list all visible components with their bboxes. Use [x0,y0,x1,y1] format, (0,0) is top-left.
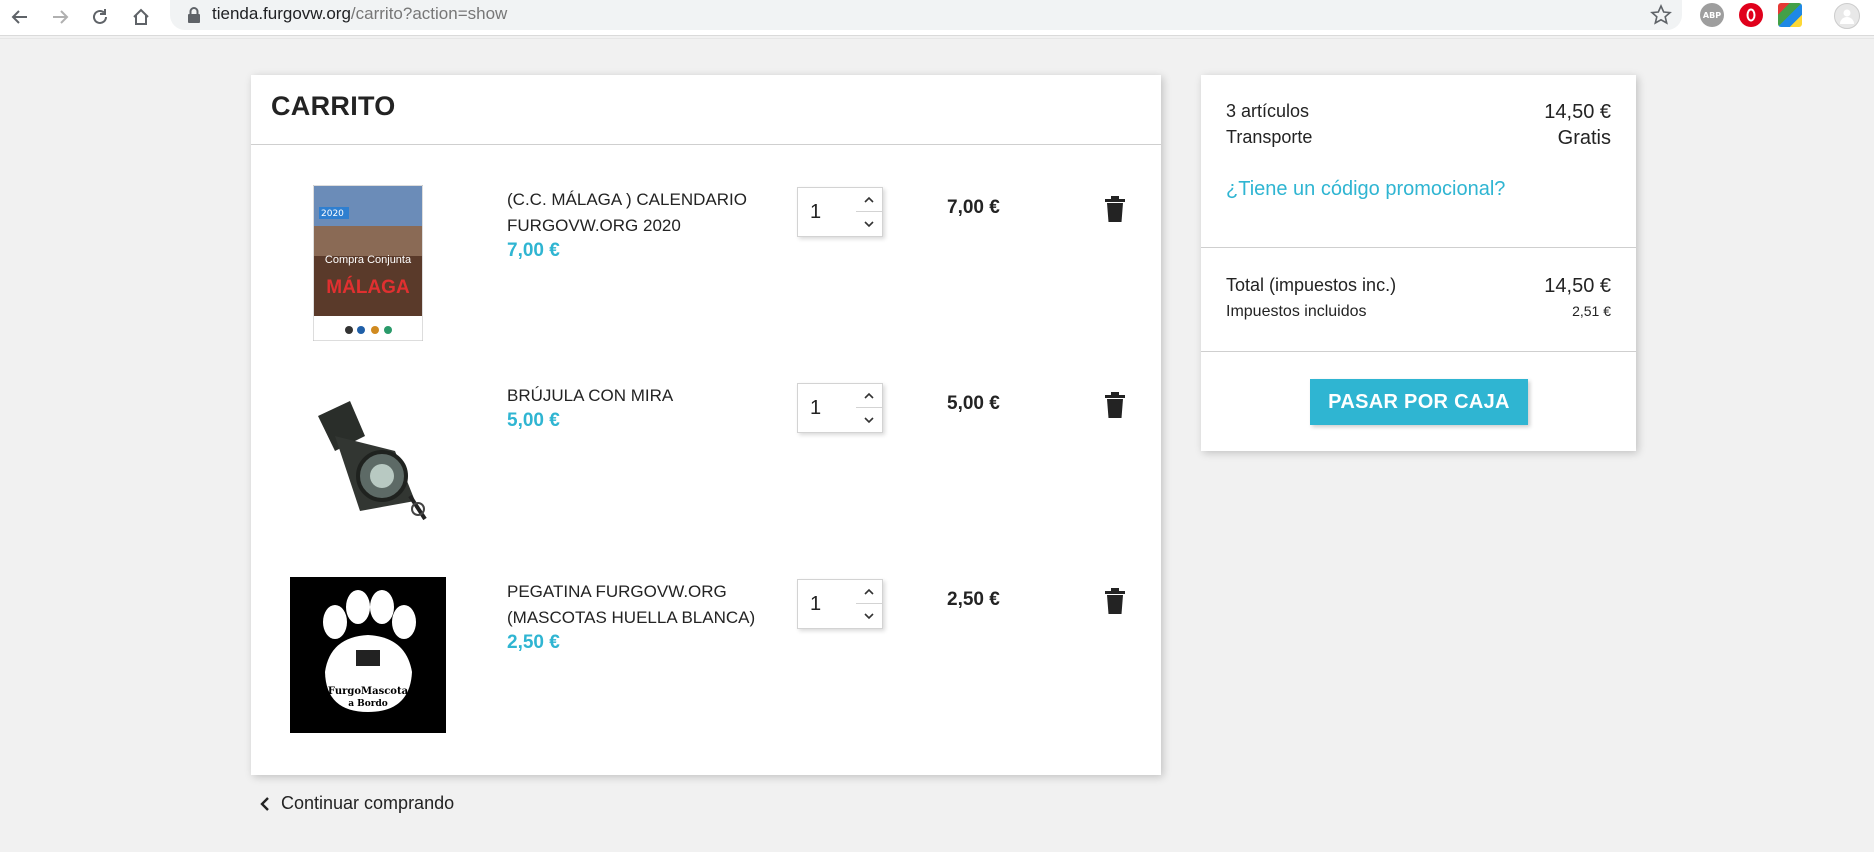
summary-total-label: Total (impuestos inc.) [1226,275,1397,295]
calendar-image: 2020 Compra Conjunta MÁLAGA [313,185,423,341]
product-thumbnail[interactable]: FurgoMascota a Bordo [290,577,446,733]
opera-extension-icon[interactable] [1739,3,1763,27]
quantity-stepper[interactable]: 1 [797,187,883,237]
product-thumbnail[interactable]: 2020 Compra Conjunta MÁLAGA [290,185,446,341]
adblock-extension-icon[interactable]: ABP [1700,3,1724,27]
trash-icon[interactable] [1103,391,1127,419]
quantity-decrease-button[interactable] [856,212,882,236]
summary-shipping-line: Transporte Gratis [1226,127,1611,150]
cart-summary-panel: 3 artículos 14,50 € Transporte Gratis ¿T… [1201,75,1636,451]
profile-avatar-icon[interactable] [1834,3,1860,29]
summary-total-value: 14,50 € [1544,275,1611,297]
product-name-link[interactable]: (C.C. MÁLAGA ) CALENDARIO FURGOVW.ORG 20… [507,187,787,239]
cart-panel: CARRITO 2020 Compra Conjunta MÁLAGA (C.C… [251,75,1161,775]
summary-items-label: 3 artículos [1226,101,1310,121]
summary-items-value: 14,50 € [1544,101,1611,123]
forward-button[interactable] [46,3,74,31]
back-button[interactable] [6,3,34,31]
checkout-button[interactable]: PASAR POR CAJA [1310,379,1528,425]
summary-total-line: Total (impuestos inc.) 14,50 € [1226,275,1611,298]
cart-row: 2020 Compra Conjunta MÁLAGA (C.C. MÁLAGA… [251,175,1161,355]
summary-shipping-label: Transporte [1226,127,1313,147]
summary-items-line: 3 artículos 14,50 € [1226,101,1611,124]
user-icon [1840,9,1854,24]
svg-text:2020: 2020 [321,209,344,219]
summary-shipping-value: Gratis [1557,127,1611,149]
chevron-left-icon [260,796,269,811]
home-button[interactable] [127,3,155,31]
reload-button[interactable] [86,3,114,31]
lock-icon [188,7,200,23]
product-unit-price: 2,50 € [507,632,560,653]
continue-shopping-label: Continuar comprando [281,793,455,813]
svg-text:FurgoMascota: FurgoMascota [328,686,409,697]
page-title: CARRITO [271,91,396,121]
home-icon [133,8,149,25]
promo-code-link[interactable]: ¿Tiene un código promocional? [1226,178,1505,201]
trash-icon[interactable] [1103,195,1127,223]
cart-header: CARRITO [251,75,1161,145]
compass-image [290,381,446,537]
summary-divider [1201,247,1636,248]
cart-row: FurgoMascota a Bordo PEGATINA FURGOVW.OR… [251,567,1161,747]
summary-tax-line: Impuestos incluidos 2,51 € [1226,303,1611,321]
product-name-link[interactable]: BRÚJULA CON MIRA [507,383,787,409]
arrow-left-icon [11,10,27,24]
chevron-down-icon [864,221,874,228]
colorful-extension-icon[interactable] [1778,3,1802,27]
continue-shopping-link[interactable]: Continuar comprando [259,793,454,814]
summary-divider [1201,351,1636,352]
address-bar[interactable]: tienda.furgovw.org/carrito?action=show [170,0,1682,30]
quantity-increase-button[interactable] [856,188,882,212]
url-text: tienda.furgovw.org/carrito?action=show [212,4,508,23]
quantity-stepper[interactable]: 1 [797,579,883,629]
svg-text:Compra Conjunta: Compra Conjunta [325,254,412,266]
paw-sticker-image: FurgoMascota a Bordo [290,577,446,733]
quantity-stepper[interactable]: 1 [797,383,883,433]
quantity-input[interactable]: 1 [798,384,857,432]
browser-toolbar: tienda.furgovw.org/carrito?action=show A… [0,0,1874,39]
chevron-up-icon [864,588,874,595]
quantity-input[interactable]: 1 [798,580,857,628]
star-icon[interactable] [1650,4,1672,26]
chevron-down-icon [864,613,874,620]
toolbar-divider [0,38,1874,39]
cart-row: BRÚJULA CON MIRA 5,00 € 1 5,00 € [251,371,1161,551]
svg-text:MÁLAGA: MÁLAGA [326,276,410,298]
quantity-decrease-button[interactable] [856,604,882,628]
quantity-decrease-button[interactable] [856,408,882,432]
summary-tax-value: 2,51 € [1572,303,1611,319]
trash-icon[interactable] [1103,587,1127,615]
svg-text:a Bordo: a Bordo [348,699,388,709]
product-unit-price: 5,00 € [507,410,560,431]
product-unit-price: 7,00 € [507,240,560,261]
arrow-right-icon [53,10,69,24]
summary-tax-label: Impuestos incluidos [1226,303,1367,320]
chevron-down-icon [864,417,874,424]
quantity-increase-button[interactable] [856,384,882,408]
chevron-up-icon [864,392,874,399]
quantity-input[interactable]: 1 [798,188,857,236]
quantity-increase-button[interactable] [856,580,882,604]
product-thumbnail[interactable] [290,381,446,537]
chevron-up-icon [864,196,874,203]
line-total: 7,00 € [947,197,1000,218]
line-total: 5,00 € [947,393,1000,414]
stop-icon [1746,8,1756,22]
product-name-link[interactable]: PEGATINA FURGOVW.ORG (MASCOTAS HUELLA BL… [507,579,787,631]
line-total: 2,50 € [947,589,1000,610]
reload-icon [93,9,107,24]
